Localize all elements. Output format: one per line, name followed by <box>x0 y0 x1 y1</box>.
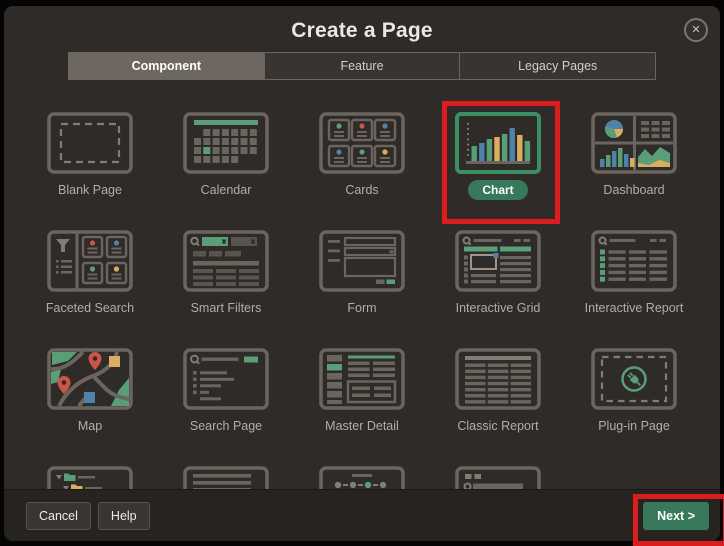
tab-feature[interactable]: Feature <box>265 53 461 79</box>
dialog-footer: Cancel Help Next > <box>4 489 720 541</box>
smart-filters-icon <box>183 230 269 292</box>
tile-partial-wizard[interactable] <box>294 439 430 491</box>
tab-legacy-pages[interactable]: Legacy Pages <box>460 53 655 79</box>
next-button[interactable]: Next > <box>643 502 709 530</box>
chart-selected-badge: Chart <box>468 180 527 200</box>
tile-master-detail[interactable]: Master Detail <box>294 321 430 439</box>
tile-label: Interactive Grid <box>456 301 541 315</box>
chart-icon <box>455 112 541 174</box>
url-search-bar-icon <box>455 466 541 491</box>
tile-label: Form <box>347 301 376 315</box>
tile-dashboard[interactable]: Dashboard <box>566 85 702 203</box>
tile-label: Search Page <box>190 419 262 433</box>
tile-interactive-grid[interactable]: Interactive Grid <box>430 203 566 321</box>
tile-faceted-search[interactable]: Faceted Search <box>22 203 158 321</box>
tile-label: Calendar <box>201 183 252 197</box>
dialog-title: Create a Page <box>4 6 720 43</box>
classic-report-icon <box>455 348 541 410</box>
faceted-search-icon <box>47 230 133 292</box>
create-page-dialog: Create a Page ✕ Component Feature Legacy… <box>4 6 720 541</box>
tile-partial-tree[interactable] <box>22 439 158 491</box>
tile-partial-content[interactable] <box>158 439 294 491</box>
interactive-report-icon <box>591 230 677 292</box>
cancel-button[interactable]: Cancel <box>26 502 91 530</box>
tile-map[interactable]: Map <box>22 321 158 439</box>
tab-component[interactable]: Component <box>69 53 265 79</box>
interactive-grid-icon <box>455 230 541 292</box>
calendar-icon <box>183 112 269 174</box>
tile-partial-url[interactable] <box>430 439 566 491</box>
dashboard-icon <box>591 112 677 174</box>
tile-plug-in-page[interactable]: Plug-in Page <box>566 321 702 439</box>
tile-label: Faceted Search <box>46 301 134 315</box>
tile-label: Blank Page <box>58 183 122 197</box>
tile-cards[interactable]: Cards <box>294 85 430 203</box>
master-detail-icon <box>319 348 405 410</box>
cards-icon <box>319 112 405 174</box>
tile-label: Dashboard <box>603 183 664 197</box>
tree-page-icon <box>47 466 133 491</box>
tile-label: Smart Filters <box>191 301 262 315</box>
close-icon[interactable]: ✕ <box>684 18 708 42</box>
tile-interactive-report[interactable]: Interactive Report <box>566 203 702 321</box>
tile-search-page[interactable]: Search Page <box>158 321 294 439</box>
form-icon <box>319 230 405 292</box>
tile-label: Map <box>78 419 102 433</box>
tile-calendar[interactable]: Calendar <box>158 85 294 203</box>
tile-label: Interactive Report <box>585 301 684 315</box>
tile-label: Cards <box>345 183 378 197</box>
tile-label: Classic Report <box>457 419 538 433</box>
tile-label: Plug-in Page <box>598 419 670 433</box>
wizard-steps-icon <box>319 466 405 491</box>
blank-page-icon <box>47 112 133 174</box>
tile-form[interactable]: Form <box>294 203 430 321</box>
tile-classic-report[interactable]: Classic Report <box>430 321 566 439</box>
search-page-icon <box>183 348 269 410</box>
plug-in-page-icon <box>591 348 677 410</box>
help-button[interactable]: Help <box>98 502 150 530</box>
map-icon <box>47 348 133 410</box>
tile-smart-filters[interactable]: Smart Filters <box>158 203 294 321</box>
content-rows-icon <box>183 466 269 491</box>
tile-chart[interactable]: Chart <box>430 85 566 203</box>
tab-bar: Component Feature Legacy Pages <box>68 52 656 80</box>
page-type-gallery: Blank Page Calendar <box>4 85 720 491</box>
tile-label: Master Detail <box>325 419 399 433</box>
tile-blank-page[interactable]: Blank Page <box>22 85 158 203</box>
